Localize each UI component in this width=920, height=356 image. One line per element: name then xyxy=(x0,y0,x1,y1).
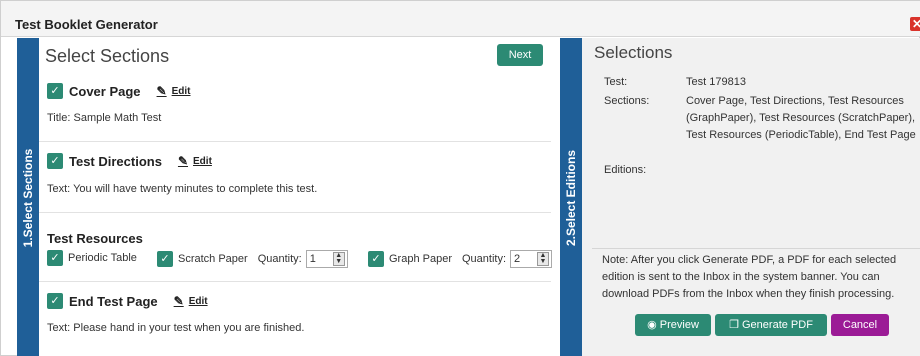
cover-page-title: Cover Page xyxy=(69,83,141,99)
test-directions-text: Text: You will have twenty minutes to co… xyxy=(47,183,318,195)
select-sections-panel: Select Sections Next ✓ Cover Page ✎ Edit … xyxy=(39,38,560,356)
edit-label: Edit xyxy=(193,155,212,167)
select-sections-header: Select Sections xyxy=(45,46,170,66)
graph-quantity-stepper[interactable]: 2 ▲ ▼ xyxy=(510,250,553,268)
tab-select-editions[interactable]: 2.Select Editions xyxy=(560,38,582,356)
tab-select-editions-label: 2.Select Editions xyxy=(564,149,578,246)
cover-page-text: Title: Sample Math Test xyxy=(47,112,162,124)
graph-paper-option: ✓ Graph Paper Quantity: 2 ▲ ▼ xyxy=(368,250,553,268)
cover-page-edit-link[interactable]: ✎ Edit xyxy=(157,84,191,98)
pencil-icon: ✎ xyxy=(156,84,167,98)
pencil-icon: ✎ xyxy=(177,154,189,168)
document-icon: ❐ xyxy=(729,319,742,331)
end-test-page-text: Text: Please hand in your test when you … xyxy=(47,322,305,334)
end-test-page-row: ✓ End Test Page ✎ Edit xyxy=(47,293,208,309)
close-icon[interactable]: ✕ xyxy=(910,17,920,31)
edit-label: Edit xyxy=(188,295,208,307)
end-test-page-edit-link[interactable]: ✎ Edit xyxy=(174,294,208,308)
graph-paper-label: Graph Paper xyxy=(389,253,452,265)
scratch-paper-checkbox[interactable]: ✓ xyxy=(157,251,173,267)
pencil-icon: ✎ xyxy=(173,294,184,308)
periodic-table-label: Periodic Table xyxy=(68,252,137,264)
selections-panel: Selections Test: Test 179813 Sections: C… xyxy=(582,38,920,356)
test-resources-title: Test Resources xyxy=(47,231,143,246)
editions-label: Editions: xyxy=(604,164,647,176)
test-booklet-dialog: Test Booklet Generator ✕ 1.Select Sectio… xyxy=(0,0,920,356)
graph-quantity-value: 2 xyxy=(514,253,521,265)
end-test-page-title: End Test Page xyxy=(69,293,158,309)
graph-quantity-label: Quantity: xyxy=(461,253,507,265)
cover-page-row: ✓ Cover Page ✎ Edit xyxy=(47,83,191,99)
edit-label: Edit xyxy=(171,85,191,97)
divider xyxy=(39,212,551,213)
periodic-table-checkbox[interactable]: ✓ xyxy=(47,250,63,266)
eye-icon: ◉ xyxy=(647,319,660,331)
generate-note: Note: After you click Generate PDF, a PD… xyxy=(602,254,897,300)
title-bar: Test Booklet Generator ✕ xyxy=(1,1,920,37)
scratch-quantity-value: 1 xyxy=(309,253,316,265)
scratch-paper-label: Scratch Paper xyxy=(178,253,248,265)
next-button[interactable]: Next xyxy=(497,44,543,66)
divider xyxy=(39,281,551,282)
scratch-quantity-label: Quantity: xyxy=(257,253,302,265)
generate-pdf-button[interactable]: ❐ Generate PDF xyxy=(715,314,827,336)
divider xyxy=(39,141,551,142)
scratch-paper-option: ✓ Scratch Paper Quantity: 1 ▲ ▼ xyxy=(157,250,348,268)
generate-pdf-label: Generate PDF xyxy=(742,319,813,331)
stepper-arrows-icon[interactable]: ▲ ▼ xyxy=(332,252,345,266)
window-title: Test Booklet Generator xyxy=(15,17,158,32)
tab-select-sections-label: 1.Select Sections xyxy=(21,148,35,247)
test-directions-checkbox[interactable]: ✓ xyxy=(47,153,63,169)
selections-header: Selections xyxy=(594,43,673,62)
cancel-button[interactable]: Cancel xyxy=(831,314,889,336)
cover-page-checkbox[interactable]: ✓ xyxy=(47,83,63,99)
test-value: Test 179813 xyxy=(686,76,746,88)
graph-paper-checkbox[interactable]: ✓ xyxy=(368,251,384,267)
test-directions-edit-link[interactable]: ✎ Edit xyxy=(178,154,212,168)
test-label: Test: xyxy=(604,76,628,88)
tab-select-sections[interactable]: 1.Select Sections xyxy=(17,38,39,356)
periodic-table-option: ✓ Periodic Table xyxy=(47,250,137,266)
stepper-arrows-icon[interactable]: ▲ ▼ xyxy=(537,252,550,266)
test-directions-title: Test Directions xyxy=(69,153,162,169)
sections-label: Sections: xyxy=(604,95,650,107)
test-directions-row: ✓ Test Directions ✎ Edit xyxy=(47,153,212,169)
sections-value: Cover Page, Test Directions, Test Resour… xyxy=(686,95,916,141)
preview-label: Preview xyxy=(659,319,699,331)
scratch-quantity-stepper[interactable]: 1 ▲ ▼ xyxy=(305,250,348,268)
end-test-page-checkbox[interactable]: ✓ xyxy=(47,293,63,309)
preview-button[interactable]: ◉ Preview xyxy=(635,314,711,336)
